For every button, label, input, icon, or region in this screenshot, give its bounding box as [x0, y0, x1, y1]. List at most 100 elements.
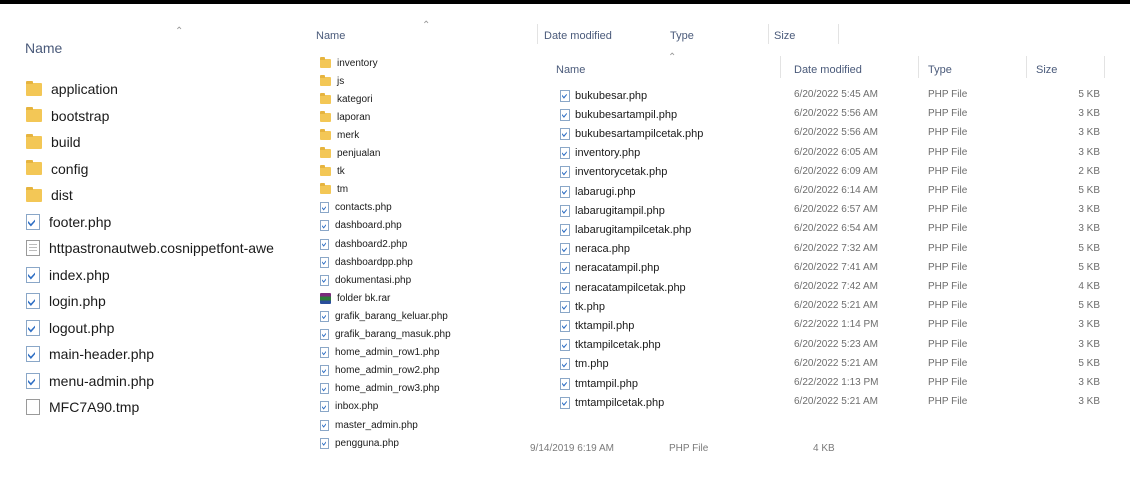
list-item[interactable]: config	[26, 156, 88, 183]
item-name: tmtampil.php	[575, 377, 638, 390]
list-item[interactable]: httpastronautweb.cosnippetfont-awe	[26, 235, 274, 262]
column-header-name[interactable]: Name	[25, 40, 62, 56]
list-item[interactable]: dist	[26, 182, 73, 209]
column-header-name[interactable]: Name	[556, 64, 585, 76]
column-header-date-modified[interactable]: Date modified	[794, 64, 862, 76]
list-item[interactable]: neraca.php	[560, 240, 630, 259]
list-item[interactable]: labarugi.php	[560, 182, 636, 201]
list-item[interactable]: kategori	[320, 90, 373, 108]
list-item[interactable]: neracatampilcetak.php	[560, 278, 686, 297]
item-name: merk	[337, 129, 360, 141]
list-item[interactable]: inventory	[320, 54, 378, 72]
list-item[interactable]: pengguna.php	[320, 434, 399, 452]
list-item[interactable]: laporan	[320, 108, 370, 126]
item-size: 3 KB	[1078, 108, 1100, 120]
list-item[interactable]: dashboardpp.php	[320, 253, 413, 271]
text-file-icon	[26, 240, 40, 257]
item-size: 5 KB	[1078, 357, 1100, 369]
php-file-icon	[320, 310, 329, 322]
list-item[interactable]: penjualan	[320, 145, 380, 163]
item-name: tk	[337, 166, 345, 178]
list-item[interactable]: tk.php	[560, 297, 605, 316]
column-separator[interactable]	[768, 24, 769, 44]
item-name: main-header.php	[49, 346, 155, 363]
column-header-date-modified[interactable]: Date modified	[544, 30, 612, 42]
list-item[interactable]: merk	[320, 126, 359, 144]
list-item[interactable]: tm	[320, 181, 348, 199]
item-name: tm.php	[575, 358, 609, 371]
list-item[interactable]: bukubesartampil.php	[560, 105, 677, 124]
list-item[interactable]: bootstrap	[26, 103, 109, 130]
list-item[interactable]: inbox.php	[320, 398, 378, 416]
php-file-icon	[320, 274, 329, 286]
list-item[interactable]: main-header.php	[26, 341, 154, 368]
php-file-icon	[560, 89, 570, 102]
php-file-icon	[560, 358, 570, 371]
item-name: home_admin_row2.php	[335, 365, 440, 377]
list-item[interactable]: dashboard.php	[320, 217, 402, 235]
list-item[interactable]: home_admin_row1.php	[320, 344, 440, 362]
list-item[interactable]: login.php	[26, 288, 106, 315]
column-separator[interactable]	[918, 56, 919, 78]
list-item[interactable]: tmtampilcetak.php	[560, 393, 664, 412]
item-type: PHP File	[928, 89, 968, 100]
list-item[interactable]: MFC7A90.tmp	[26, 394, 139, 421]
list-item[interactable]: tktampil.php	[560, 316, 634, 335]
php-file-icon	[26, 372, 40, 389]
php-file-icon	[560, 319, 570, 332]
item-name: footer.php	[49, 213, 112, 230]
item-size: 5 KB	[1078, 185, 1100, 196]
list-item[interactable]: tm.php	[560, 355, 609, 374]
column-separator[interactable]	[1104, 56, 1105, 78]
item-date: 6/20/2022 7:32 AM	[794, 242, 878, 254]
item-type: PHP File	[928, 242, 968, 254]
item-name: neracatampilcetak.php	[575, 281, 686, 294]
list-item[interactable]: home_admin_row2.php	[320, 362, 440, 380]
list-item[interactable]: tmtampil.php	[560, 374, 638, 393]
list-item[interactable]: grafik_barang_masuk.php	[320, 326, 451, 344]
list-item[interactable]: folder bk.rar	[320, 289, 390, 307]
column-header-name[interactable]: Name	[316, 30, 345, 42]
item-date: 6/20/2022 5:56 AM	[794, 108, 878, 120]
item-size: 3 KB	[1078, 223, 1100, 235]
list-item[interactable]: tktampilcetak.php	[560, 336, 661, 355]
list-item[interactable]: grafik_barang_keluar.php	[320, 307, 448, 325]
list-item[interactable]: master_admin.php	[320, 416, 418, 434]
list-item[interactable]: tk	[320, 163, 345, 181]
list-item[interactable]: labarugitampil.php	[560, 201, 665, 220]
item-date: 6/20/2022 6:09 AM	[794, 165, 878, 177]
list-item[interactable]: logout.php	[26, 315, 114, 342]
list-item[interactable]: build	[26, 129, 81, 156]
column-separator[interactable]	[1026, 56, 1027, 78]
column-header-type[interactable]: Type	[928, 64, 952, 76]
list-item[interactable]: inventorycetak.php	[560, 163, 667, 182]
left-explorer-pane: Name ⌃ application bootstrap build config di…	[0, 18, 302, 438]
folder-icon	[320, 165, 331, 177]
list-item[interactable]: dokumentasi.php	[320, 271, 411, 289]
list-item[interactable]: contacts.php	[320, 199, 392, 217]
list-item[interactable]: index.php	[26, 262, 110, 289]
item-date: 6/20/2022 6:05 AM	[794, 146, 878, 158]
list-item[interactable]: neracatampil.php	[560, 259, 659, 278]
column-header-size[interactable]: Size	[774, 30, 795, 42]
list-item[interactable]: bukubesartampilcetak.php	[560, 124, 703, 143]
column-header-size[interactable]: Size	[1036, 64, 1057, 76]
column-header-type[interactable]: Type	[670, 30, 694, 42]
list-item[interactable]: home_admin_row3.php	[320, 380, 440, 398]
column-separator[interactable]	[780, 56, 781, 78]
list-item[interactable]: menu-admin.php	[26, 368, 154, 395]
list-item[interactable]: bukubesar.php	[560, 86, 647, 105]
list-item[interactable]: js	[320, 72, 344, 90]
php-file-icon	[560, 127, 570, 140]
list-item[interactable]: application	[26, 76, 118, 103]
list-item[interactable]: inventory.php	[560, 144, 640, 163]
item-size: 3 KB	[1078, 204, 1100, 216]
column-separator[interactable]	[838, 24, 839, 44]
list-item[interactable]: dashboard2.php	[320, 235, 407, 253]
list-item[interactable]: labarugitampilcetak.php	[560, 220, 691, 239]
php-file-icon	[560, 300, 570, 313]
folder-icon	[320, 183, 331, 195]
php-file-icon	[26, 319, 40, 336]
column-separator[interactable]	[537, 24, 538, 44]
list-item[interactable]: footer.php	[26, 209, 111, 236]
